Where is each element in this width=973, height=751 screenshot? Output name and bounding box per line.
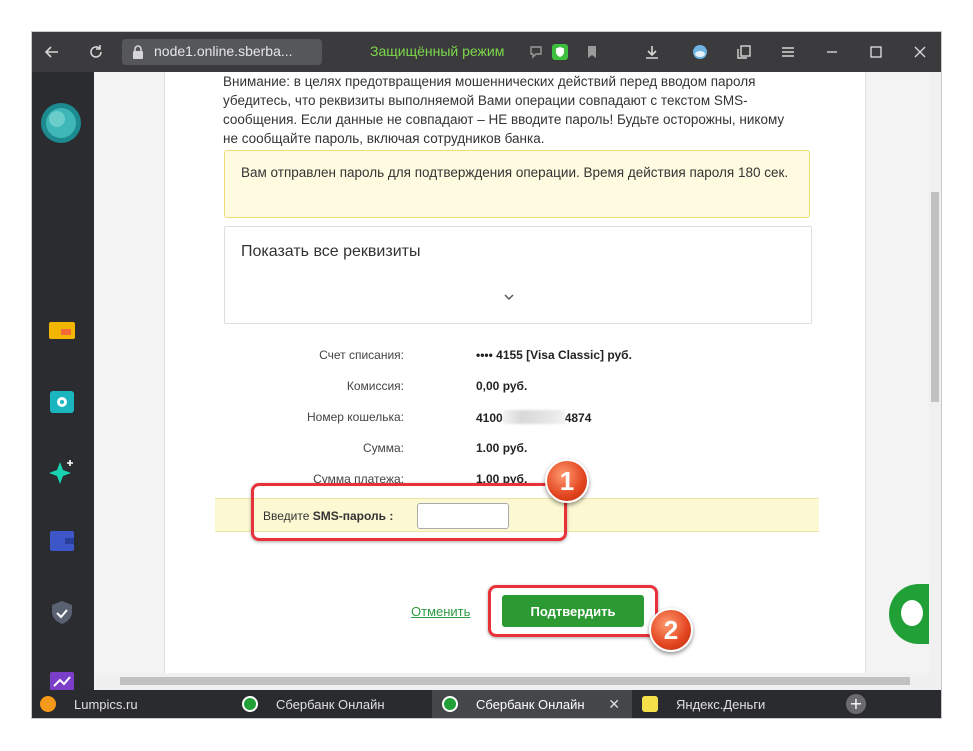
orange-circle-icon <box>40 696 56 712</box>
tab-sberbank-1[interactable]: Сбербанк Онлайн <box>232 690 432 718</box>
safe-icon[interactable] <box>47 388 77 414</box>
tab-label: Сбербанк Онлайн <box>276 696 385 712</box>
tab-yandex-money[interactable]: Яндекс.Деньги <box>632 690 832 718</box>
vertical-scrollbar[interactable] <box>929 72 941 690</box>
details-title: Показать все реквизиты <box>241 243 421 260</box>
translate-icon[interactable] <box>526 42 546 62</box>
tab-close-icon[interactable]: ✕ <box>608 696 620 713</box>
shield-check-icon[interactable] <box>47 598 77 624</box>
browser-window: node1.online.sberba... Защищённый режим <box>32 32 941 718</box>
back-icon[interactable] <box>42 42 62 62</box>
tab-label: Яндекс.Деньги <box>676 696 766 712</box>
alice-assistant-icon[interactable] <box>40 102 82 144</box>
wallet-number-value: 4100 4874 <box>476 410 591 425</box>
commission-label: Комиссия: <box>346 379 404 393</box>
page-viewport: Внимание: в целях предотвращения мошенни… <box>94 72 929 690</box>
protect-shield-icon[interactable] <box>550 42 570 62</box>
vertical-scroll-thumb[interactable] <box>931 192 939 402</box>
menu-icon[interactable] <box>778 42 798 62</box>
new-tab-icon[interactable]: + <box>846 694 866 714</box>
sberbank-icon <box>242 696 258 712</box>
password-sent-notice: Вам отправлен пароль для подтверждения о… <box>224 150 810 218</box>
horizontal-scroll-thumb[interactable] <box>120 677 910 685</box>
payment-panel: Внимание: в целях предотвращения мошенни… <box>164 72 866 690</box>
cancel-link[interactable]: Отменить <box>411 604 470 619</box>
wallet-number-end: 4874 <box>564 411 592 425</box>
tab-sberbank-2[interactable]: Сбербанк Онлайн ✕ <box>432 690 632 718</box>
wallet-icon[interactable] <box>47 528 77 554</box>
weather-icon[interactable] <box>690 42 710 62</box>
yandex-money-icon <box>642 696 658 712</box>
show-all-details[interactable]: Показать все реквизиты <box>224 226 812 324</box>
support-chat-icon[interactable] <box>889 584 929 644</box>
wallet-number-start: 4100 <box>476 411 503 425</box>
address-text: node1.online.sberba... <box>154 43 293 59</box>
debit-account-value: •••• 4155 [Visa Classic] руб. <box>476 348 632 362</box>
sparkle-icon[interactable] <box>47 458 77 484</box>
wallet-number-label: Номер кошелька: <box>306 410 404 424</box>
annotation-box-confirm <box>488 585 658 637</box>
horizontal-scrollbar[interactable] <box>94 673 929 690</box>
lock-icon <box>128 42 148 62</box>
sberbank-icon <box>442 696 458 712</box>
amount-label: Сумма: <box>362 441 404 455</box>
wallet-number-blur <box>502 410 565 424</box>
maximize-icon[interactable] <box>866 42 886 62</box>
tab-label: Сбербанк Онлайн <box>476 696 585 712</box>
browser-toolbar: node1.online.sberba... Защищённый режим <box>32 32 941 72</box>
amount-value: 1.00 руб. <box>476 441 528 455</box>
close-icon[interactable] <box>910 42 930 62</box>
cards-icon[interactable] <box>47 318 77 344</box>
tab-label: Lumpics.ru <box>74 696 138 712</box>
collections-icon[interactable] <box>734 42 754 62</box>
tab-lumpics[interactable]: Lumpics.ru <box>32 690 232 718</box>
annotation-badge-1: 1 <box>545 459 589 503</box>
browser-sidebar <box>32 72 94 692</box>
annotation-badge-2: 2 <box>649 608 693 652</box>
chevron-down-icon[interactable] <box>503 291 515 303</box>
download-icon[interactable] <box>642 42 662 62</box>
commission-value: 0,00 руб. <box>476 379 528 393</box>
secure-mode-label[interactable]: Защищённый режим <box>370 43 504 59</box>
reload-icon[interactable] <box>86 42 106 62</box>
bookmark-icon[interactable] <box>582 42 602 62</box>
warning-text: Внимание: в целях предотвращения мошенни… <box>223 74 785 146</box>
tab-bar: Lumpics.ru Сбербанк Онлайн Сбербанк Онла… <box>32 690 941 718</box>
minimize-icon[interactable] <box>822 42 842 62</box>
annotation-box-sms <box>251 483 567 541</box>
debit-account-label: Счет списания: <box>319 348 404 362</box>
